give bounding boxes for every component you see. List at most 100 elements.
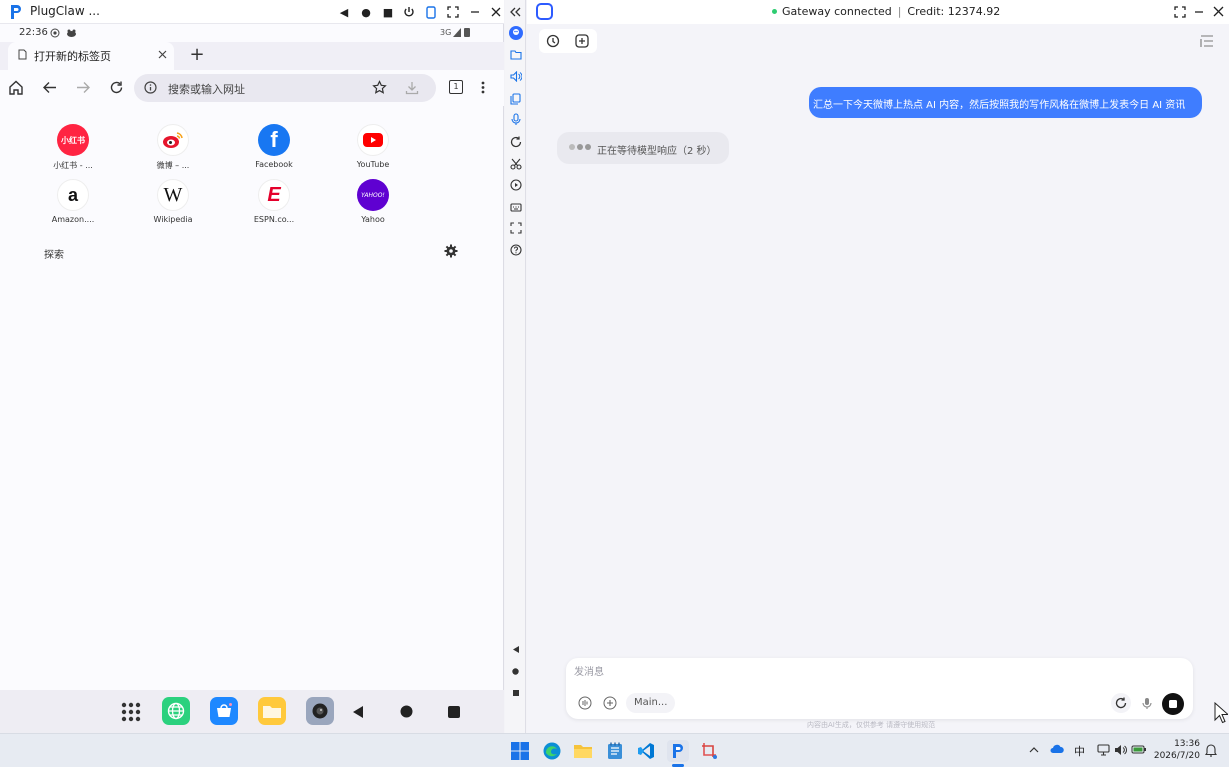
file-explorer-icon[interactable] [572,740,594,762]
status-dot-icon [772,8,777,14]
minimize-icon[interactable] [1194,6,1204,18]
notepad-icon[interactable] [604,740,626,762]
more-menu-icon[interactable] [481,81,485,94]
nav-recents-icon[interactable] [448,706,460,718]
windows-start-icon[interactable] [509,740,531,762]
message-composer: Main... [566,658,1193,719]
windows-taskbar: 中 13:36 2026/7/20 [0,733,1229,767]
tool-sidebar [505,0,526,733]
info-icon[interactable] [144,81,157,94]
minimize-icon[interactable] [466,3,484,21]
recents-square-icon[interactable]: ■ [379,3,397,21]
attach-plus-icon[interactable] [600,693,620,713]
edge-browser-icon[interactable] [541,740,563,762]
chat-window: Gateway connected | Credit: 12374.92 汇总一下今… [527,0,1229,733]
rotate-device-icon[interactable] [422,3,440,21]
signal-icon [453,28,461,37]
voice-wave-icon[interactable] [575,693,595,713]
folder-icon[interactable] [508,47,523,62]
side-back-icon[interactable] [508,642,523,657]
side-home-icon[interactable] [508,664,523,679]
power-icon[interactable] [400,3,418,21]
side-recents-icon[interactable] [508,685,523,700]
shortcut-wikipedia[interactable]: W Wikipedia [138,179,208,231]
assistant-avatar-icon[interactable] [508,25,523,40]
microphone-icon[interactable] [508,112,523,127]
stop-button[interactable] [1162,693,1184,715]
emulator-window: PlugClaw ... ◀ ● ■ 22:36 3G 打开新的标签页 + 搜索… [0,0,504,733]
xiaohongshu-icon: 小红书 [57,124,89,156]
shortcut-label: Amazon.... [51,215,95,224]
browser-tab[interactable]: 打开新的标签页 [8,42,174,70]
home-dot-icon[interactable]: ● [357,3,375,21]
camera-app-icon[interactable] [306,697,334,725]
chat-title-bar: Gateway connected | Credit: 12374.92 [527,0,1229,24]
fullscreen-icon[interactable] [444,3,462,21]
user-message-bubble: 汇总一下今天微博上热点 AI 内容，然后按照我的写作风格在微博上发表今日 AI … [809,87,1202,118]
message-input[interactable] [574,664,1094,680]
browser-tab-strip: 打开新的标签页 + [0,42,504,70]
app-drawer-icon[interactable] [121,702,141,722]
browser-app-icon[interactable] [162,697,190,725]
battery-icon [464,27,470,37]
close-icon[interactable] [1213,6,1224,17]
facebook-icon: f [258,124,290,156]
files-app-icon[interactable] [258,697,286,725]
shortcut-espn[interactable]: E ESPN.co... [239,179,309,231]
model-selector[interactable]: Main... [626,693,676,713]
help-icon[interactable] [508,242,523,257]
screenshot-frame-icon[interactable] [508,220,523,235]
status-notification-icon [66,28,77,38]
forward-arrow-icon[interactable] [76,81,91,94]
rotate-icon[interactable] [508,134,523,149]
shortcut-facebook[interactable]: f Facebook [239,124,309,176]
scissors-icon[interactable] [508,156,523,171]
tab-close-icon[interactable] [158,50,167,59]
input-method-indicator[interactable]: 中 [1074,743,1085,759]
copy-icon[interactable] [508,91,523,106]
microphone-icon[interactable] [1137,693,1157,713]
onedrive-icon[interactable] [1050,744,1064,754]
keyboard-icon[interactable] [508,199,523,214]
back-arrow-icon[interactable] [42,81,57,94]
mouse-cursor-icon [1214,702,1228,724]
shortcut-weibo[interactable]: 微博 – ... [138,124,208,176]
reload-icon[interactable] [109,80,124,95]
speaker-icon[interactable] [1114,744,1127,756]
shortcut-label: Wikipedia [153,215,193,224]
shortcut-xiaohongshu[interactable]: 小红书 小红书 - ... [38,124,108,176]
nav-home-icon[interactable] [400,705,413,718]
new-chat-icon[interactable] [575,34,589,48]
network-monitor-icon[interactable] [1097,744,1110,756]
outline-list-icon[interactable] [1200,35,1214,48]
omnibox[interactable]: 搜索或输入网址 [134,74,436,102]
store-app-icon[interactable] [210,697,238,725]
shortcut-yahoo[interactable]: YAHOO! Yahoo [338,179,408,231]
tray-chevron-up-icon[interactable] [1029,746,1039,753]
collapse-chevrons-icon[interactable] [508,4,523,19]
fullscreen-icon[interactable] [1174,6,1186,18]
espn-icon: E [258,179,290,211]
snipping-tool-icon[interactable] [699,740,721,762]
back-triangle-icon[interactable]: ◀ [335,3,353,21]
tab-switcher-button[interactable]: 1 [449,80,463,94]
taskbar-clock[interactable]: 13:36 2026/7/20 [1150,738,1200,762]
footer-note: 内容由AI生成，仅供参考 请遵守使用规范 [807,721,936,729]
download-icon[interactable] [405,81,419,95]
gear-icon[interactable] [444,244,459,259]
bookmark-star-icon[interactable] [372,80,387,95]
record-icon[interactable] [508,177,523,192]
refresh-icon[interactable] [1111,693,1131,713]
plugclaw-taskbar-icon[interactable] [667,740,689,762]
close-icon[interactable] [487,3,505,21]
vscode-icon[interactable] [635,740,657,762]
shortcut-youtube[interactable]: YouTube [338,124,408,176]
volume-icon[interactable] [508,69,523,84]
nav-back-icon[interactable] [353,706,364,718]
battery-plugged-icon[interactable] [1131,744,1147,754]
home-icon[interactable] [8,80,24,95]
notification-bell-icon[interactable] [1205,743,1217,757]
new-tab-button[interactable]: + [188,44,206,65]
history-icon[interactable] [546,34,560,48]
shortcut-amazon[interactable]: a Amazon.... [38,179,108,231]
